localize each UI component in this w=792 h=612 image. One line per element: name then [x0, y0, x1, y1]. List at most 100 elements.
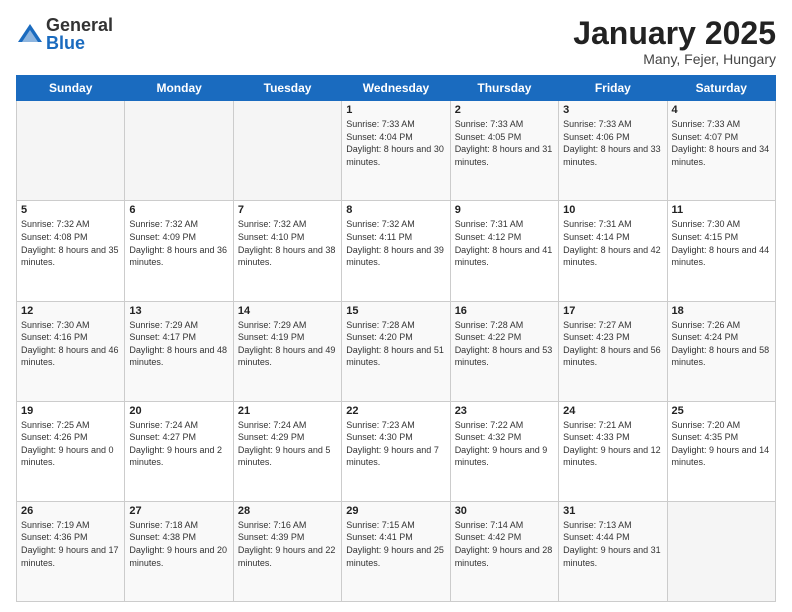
day-of-week-header: Friday	[559, 76, 667, 101]
calendar-cell: 1 Sunrise: 7:33 AM Sunset: 4:04 PM Daylig…	[342, 101, 450, 201]
day-header-row: SundayMondayTuesdayWednesdayThursdayFrid…	[17, 76, 776, 101]
calendar-cell	[17, 101, 125, 201]
day-number: 28	[238, 505, 337, 517]
header: General Blue January 2025 Many, Fejer, H…	[16, 16, 776, 67]
calendar-cell: 8Sunrise: 7:32 AM Sunset: 4:11 PM Daylig…	[342, 201, 450, 301]
day-info: Sunrise: 7:23 AM Sunset: 4:30 PM Dayligh…	[346, 419, 445, 469]
day-number: 5	[21, 204, 120, 216]
day-info: Sunrise: 7:28 AM Sunset: 4:20 PM Dayligh…	[346, 319, 445, 369]
calendar-cell: 19 Sunrise: 7:25 AM Sunset: 4:26 PM Dayli…	[17, 401, 125, 501]
calendar-table: SundayMondayTuesdayWednesdayThursdayFrid…	[16, 75, 776, 602]
calendar-cell: 20Sunrise: 7:24 AM Sunset: 4:27 PM Dayli…	[125, 401, 233, 501]
day-info: Sunrise: 7:26 AM Sunset: 4:24 PM Dayligh…	[672, 319, 771, 369]
day-info: Sunrise: 7:15 AM Sunset: 4:41 PM Dayligh…	[346, 519, 445, 569]
calendar-week-row: 12Sunrise: 7:30 AM Sunset: 4:16 PM Dayli…	[17, 301, 776, 401]
day-info: Sunrise: 7:31 AM Sunset: 4:12 PM Dayligh…	[455, 218, 554, 268]
day-info: Sunrise: 7:16 AM Sunset: 4:39 PM Dayligh…	[238, 519, 337, 569]
day-number: 30	[455, 505, 554, 517]
calendar-body: 1 Sunrise: 7:33 AM Sunset: 4:04 PM Daylig…	[17, 101, 776, 602]
day-of-week-header: Monday	[125, 76, 233, 101]
day-info: Sunrise: 7:31 AM Sunset: 4:14 PM Dayligh…	[563, 218, 662, 268]
day-number: 20	[129, 405, 228, 417]
calendar-cell: 28 Sunrise: 7:16 AM Sunset: 4:39 PM Dayli…	[233, 501, 341, 601]
day-info: Sunrise: 7:33 AM Sunset: 4:04 PM Dayligh…	[346, 118, 445, 168]
calendar-cell: 7 Sunrise: 7:32 AM Sunset: 4:10 PM Daylig…	[233, 201, 341, 301]
day-number: 26	[21, 505, 120, 517]
calendar-cell: 3 Sunrise: 7:33 AM Sunset: 4:06 PM Daylig…	[559, 101, 667, 201]
day-number: 7	[238, 204, 337, 216]
calendar-cell: 18 Sunrise: 7:26 AM Sunset: 4:24 PM Dayli…	[667, 301, 775, 401]
day-info: Sunrise: 7:27 AM Sunset: 4:23 PM Dayligh…	[563, 319, 662, 369]
calendar-week-row: 1 Sunrise: 7:33 AM Sunset: 4:04 PM Daylig…	[17, 101, 776, 201]
day-number: 24	[563, 405, 662, 417]
day-number: 3	[563, 104, 662, 116]
day-number: 16	[455, 305, 554, 317]
calendar-cell: 31 Sunrise: 7:13 AM Sunset: 4:44 PM Dayli…	[559, 501, 667, 601]
day-info: Sunrise: 7:32 AM Sunset: 4:08 PM Dayligh…	[21, 218, 120, 268]
day-info: Sunrise: 7:19 AM Sunset: 4:36 PM Dayligh…	[21, 519, 120, 569]
calendar-cell: 27 Sunrise: 7:18 AM Sunset: 4:38 PM Dayli…	[125, 501, 233, 601]
calendar-cell: 4 Sunrise: 7:33 AM Sunset: 4:07 PM Daylig…	[667, 101, 775, 201]
day-number: 10	[563, 204, 662, 216]
calendar-cell: 15 Sunrise: 7:28 AM Sunset: 4:20 PM Dayli…	[342, 301, 450, 401]
day-number: 27	[129, 505, 228, 517]
day-info: Sunrise: 7:32 AM Sunset: 4:10 PM Dayligh…	[238, 218, 337, 268]
calendar-cell: 30 Sunrise: 7:14 AM Sunset: 4:42 PM Dayli…	[450, 501, 558, 601]
day-number: 25	[672, 405, 771, 417]
day-info: Sunrise: 7:14 AM Sunset: 4:42 PM Dayligh…	[455, 519, 554, 569]
title-block: January 2025 Many, Fejer, Hungary	[573, 16, 776, 67]
day-info: Sunrise: 7:33 AM Sunset: 4:05 PM Dayligh…	[455, 118, 554, 168]
day-number: 19	[21, 405, 120, 417]
calendar-cell: 2 Sunrise: 7:33 AM Sunset: 4:05 PM Daylig…	[450, 101, 558, 201]
calendar-cell: 24 Sunrise: 7:21 AM Sunset: 4:33 PM Dayli…	[559, 401, 667, 501]
day-of-week-header: Saturday	[667, 76, 775, 101]
calendar-cell: 10 Sunrise: 7:31 AM Sunset: 4:14 PM Dayli…	[559, 201, 667, 301]
day-number: 9	[455, 204, 554, 216]
location: Many, Fejer, Hungary	[573, 51, 776, 67]
day-number: 23	[455, 405, 554, 417]
logo-text: General Blue	[46, 16, 113, 52]
day-number: 4	[672, 104, 771, 116]
day-number: 2	[455, 104, 554, 116]
calendar-cell	[667, 501, 775, 601]
day-info: Sunrise: 7:32 AM Sunset: 4:11 PM Dayligh…	[346, 218, 445, 268]
calendar-cell: 17 Sunrise: 7:27 AM Sunset: 4:23 PM Dayli…	[559, 301, 667, 401]
day-info: Sunrise: 7:20 AM Sunset: 4:35 PM Dayligh…	[672, 419, 771, 469]
day-of-week-header: Wednesday	[342, 76, 450, 101]
day-of-week-header: Sunday	[17, 76, 125, 101]
day-info: Sunrise: 7:25 AM Sunset: 4:26 PM Dayligh…	[21, 419, 120, 469]
day-number: 21	[238, 405, 337, 417]
day-of-week-header: Tuesday	[233, 76, 341, 101]
day-info: Sunrise: 7:24 AM Sunset: 4:29 PM Dayligh…	[238, 419, 337, 469]
day-info: Sunrise: 7:18 AM Sunset: 4:38 PM Dayligh…	[129, 519, 228, 569]
page: General Blue January 2025 Many, Fejer, H…	[0, 0, 792, 612]
day-number: 22	[346, 405, 445, 417]
day-info: Sunrise: 7:28 AM Sunset: 4:22 PM Dayligh…	[455, 319, 554, 369]
calendar-cell: 23 Sunrise: 7:22 AM Sunset: 4:32 PM Dayli…	[450, 401, 558, 501]
month-title: January 2025	[573, 16, 776, 51]
day-number: 18	[672, 305, 771, 317]
calendar-cell: 9 Sunrise: 7:31 AM Sunset: 4:12 PM Daylig…	[450, 201, 558, 301]
day-number: 12	[21, 305, 120, 317]
day-number: 11	[672, 204, 771, 216]
day-info: Sunrise: 7:29 AM Sunset: 4:17 PM Dayligh…	[129, 319, 228, 369]
calendar-cell	[125, 101, 233, 201]
calendar-header: SundayMondayTuesdayWednesdayThursdayFrid…	[17, 76, 776, 101]
day-info: Sunrise: 7:13 AM Sunset: 4:44 PM Dayligh…	[563, 519, 662, 569]
calendar-cell: 25 Sunrise: 7:20 AM Sunset: 4:35 PM Dayli…	[667, 401, 775, 501]
day-number: 17	[563, 305, 662, 317]
day-info: Sunrise: 7:29 AM Sunset: 4:19 PM Dayligh…	[238, 319, 337, 369]
calendar-week-row: 26 Sunrise: 7:19 AM Sunset: 4:36 PM Dayli…	[17, 501, 776, 601]
day-number: 31	[563, 505, 662, 517]
day-info: Sunrise: 7:22 AM Sunset: 4:32 PM Dayligh…	[455, 419, 554, 469]
logo-blue: Blue	[46, 34, 113, 52]
day-number: 15	[346, 305, 445, 317]
calendar-cell: 13Sunrise: 7:29 AM Sunset: 4:17 PM Dayli…	[125, 301, 233, 401]
calendar-cell	[233, 101, 341, 201]
day-info: Sunrise: 7:33 AM Sunset: 4:07 PM Dayligh…	[672, 118, 771, 168]
day-number: 29	[346, 505, 445, 517]
day-number: 1	[346, 104, 445, 116]
calendar-week-row: 19 Sunrise: 7:25 AM Sunset: 4:26 PM Dayli…	[17, 401, 776, 501]
day-info: Sunrise: 7:33 AM Sunset: 4:06 PM Dayligh…	[563, 118, 662, 168]
day-info: Sunrise: 7:21 AM Sunset: 4:33 PM Dayligh…	[563, 419, 662, 469]
